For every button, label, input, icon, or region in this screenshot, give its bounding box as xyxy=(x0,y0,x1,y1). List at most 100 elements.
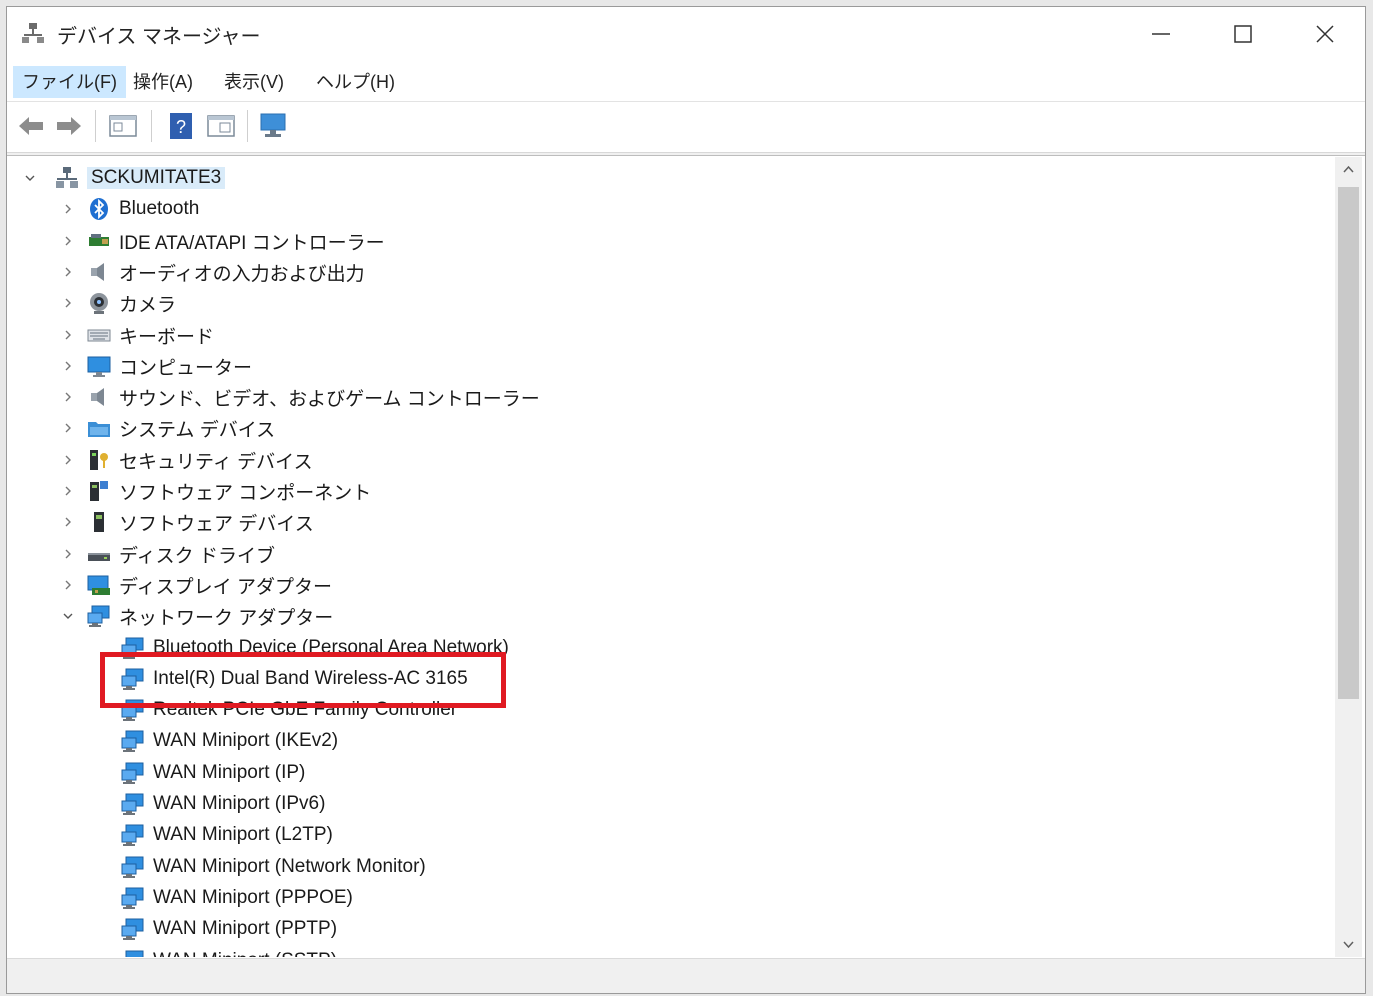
network-device-item[interactable]: Bluetooth Device (Personal Area Network) xyxy=(121,633,509,663)
chevron-right-icon[interactable] xyxy=(61,202,75,216)
tree-category-6[interactable]: サウンド、ビデオ、およびゲーム コントローラー xyxy=(87,382,540,412)
device-manager-icon xyxy=(22,23,44,43)
minimize-button[interactable] xyxy=(1131,13,1191,55)
scroll-up-icon[interactable] xyxy=(1335,157,1362,183)
network-device-item[interactable]: WAN Miniport (IPv6) xyxy=(121,789,325,819)
network-device-item[interactable]: WAN Miniport (PPPOE) xyxy=(121,883,353,913)
chevron-down-icon[interactable] xyxy=(61,609,75,623)
tree-category-3-label: カメラ xyxy=(119,294,177,316)
software-device-icon xyxy=(94,512,104,532)
network-adapter-icon xyxy=(121,668,144,690)
network-adapter-icon xyxy=(121,824,144,846)
tree-category-13-label: ネットワーク アダプター xyxy=(119,607,334,629)
forward-arrow-icon[interactable] xyxy=(53,110,85,142)
device-tree[interactable]: SCKUMITATE3 Bluetooth IDE ATA/ATAPI コントローラ… xyxy=(9,157,1335,957)
window-title: デバイス マネージャー xyxy=(57,26,261,48)
network-device-item-label: WAN Miniport (IKEv2) xyxy=(153,730,339,751)
status-bar xyxy=(7,958,1365,993)
tree-category-4[interactable]: キーボード xyxy=(87,320,214,350)
minimize-icon xyxy=(1152,33,1170,35)
tree-category-2[interactable]: オーディオの入力および出力 xyxy=(87,257,365,287)
network-device-item[interactable]: WAN Miniport (PPTP) xyxy=(121,914,337,944)
chevron-right-icon[interactable] xyxy=(61,421,75,435)
menu-bar: ファイル(F) 操作(A) 表示(V) ヘルプ(H) xyxy=(7,63,1365,102)
maximize-button[interactable] xyxy=(1213,13,1273,55)
chevron-right-icon[interactable] xyxy=(61,547,75,561)
chevron-right-icon[interactable] xyxy=(61,265,75,279)
chevron-right-icon[interactable] xyxy=(61,453,75,467)
tree-category-12-label: ディスプレイ アダプター xyxy=(119,576,332,598)
tree-category-9-label: ソフトウェア コンポーネント xyxy=(119,482,372,504)
tree-category-11[interactable]: ディスク ドライブ xyxy=(87,539,275,569)
menu-view[interactable]: 表示(V) xyxy=(215,66,293,98)
network-device-item[interactable]: WAN Miniport (L2TP) xyxy=(121,820,333,850)
tree-category-1[interactable]: IDE ATA/ATAPI コントローラー xyxy=(87,226,385,256)
tree-category-13[interactable]: ネットワーク アダプター xyxy=(87,601,333,631)
network-adapter-icon xyxy=(121,918,144,940)
menu-action[interactable]: 操作(A) xyxy=(124,66,202,98)
chevron-right-icon[interactable] xyxy=(61,515,75,529)
svg-text:?: ? xyxy=(176,117,186,137)
network-device-item[interactable]: Intel(R) Dual Band Wireless-AC 3165 xyxy=(121,664,468,694)
scroll-down-icon[interactable] xyxy=(1335,931,1362,957)
network-adapter-icon xyxy=(87,605,110,627)
network-device-item-label: WAN Miniport (IP) xyxy=(153,762,306,783)
keyboard-icon xyxy=(87,329,111,342)
network-device-item-label: WAN Miniport (PPPOE) xyxy=(153,887,353,908)
system-folder-icon xyxy=(88,422,110,437)
chevron-right-icon[interactable] xyxy=(61,296,75,310)
menu-file[interactable]: ファイル(F) xyxy=(13,66,126,98)
toolbar: ? xyxy=(7,102,1365,150)
ide-controller-icon xyxy=(89,234,109,246)
network-device-item[interactable]: WAN Miniport (IKEv2) xyxy=(121,726,338,756)
tree-category-3[interactable]: カメラ xyxy=(87,288,176,318)
tree-root-node[interactable]: SCKUMITATE3 xyxy=(55,163,226,193)
tree-category-8[interactable]: セキュリティ デバイス xyxy=(87,445,313,475)
network-adapter-icon xyxy=(121,762,144,784)
network-device-item[interactable]: WAN Miniport (SSTP) xyxy=(121,946,337,957)
toolbar-separator xyxy=(247,110,248,142)
toolbar-separator xyxy=(151,110,152,142)
tree-category-7[interactable]: システム デバイス xyxy=(87,413,275,443)
menu-help[interactable]: ヘルプ(H) xyxy=(307,66,404,98)
chevron-down-icon[interactable] xyxy=(23,171,37,185)
network-device-item[interactable]: WAN Miniport (IP) xyxy=(121,758,305,788)
device-manager-window: デバイス マネージャー ファイル(F) 操作(A) 表示(V) ヘルプ(H) ?… xyxy=(6,6,1366,994)
network-device-item-label: Bluetooth Device (Personal Area Network) xyxy=(153,637,509,658)
chevron-right-icon[interactable] xyxy=(61,390,75,404)
scan-hardware-icon[interactable] xyxy=(257,110,289,142)
chevron-right-icon[interactable] xyxy=(61,234,75,248)
display-adapter-icon xyxy=(87,575,110,595)
tree-category-5-label: コンピューター xyxy=(119,357,253,379)
speaker-icon xyxy=(91,263,104,281)
tree-category-4-label: キーボード xyxy=(119,326,215,348)
network-device-item[interactable]: WAN Miniport (Network Monitor) xyxy=(121,852,426,882)
security-device-icon xyxy=(90,450,108,470)
tree-category-9[interactable]: ソフトウェア コンポーネント xyxy=(87,476,371,506)
chevron-right-icon[interactable] xyxy=(61,578,75,592)
scroll-thumb[interactable] xyxy=(1338,187,1359,699)
network-adapter-icon xyxy=(121,730,144,752)
properties-icon[interactable] xyxy=(107,110,139,142)
network-device-item[interactable]: Realtek PCIe GbE Family Controller xyxy=(121,695,457,725)
tree-category-11-label: ディスク ドライブ xyxy=(119,545,275,567)
console-tree-icon[interactable] xyxy=(205,110,237,142)
help-icon[interactable]: ? xyxy=(165,110,197,142)
close-button[interactable] xyxy=(1295,13,1355,55)
network-adapter-icon xyxy=(121,699,144,721)
tree-category-12[interactable]: ディスプレイ アダプター xyxy=(87,570,332,600)
tree-category-2-label: オーディオの入力および出力 xyxy=(119,263,365,285)
chevron-right-icon[interactable] xyxy=(61,359,75,373)
tree-category-10[interactable]: ソフトウェア デバイス xyxy=(87,507,314,537)
chevron-right-icon[interactable] xyxy=(61,484,75,498)
network-adapter-icon xyxy=(121,856,144,878)
tree-category-0[interactable]: Bluetooth xyxy=(87,194,199,224)
tree-category-5[interactable]: コンピューター xyxy=(87,351,252,381)
title-bar: デバイス マネージャー xyxy=(7,7,1365,61)
vertical-scrollbar[interactable] xyxy=(1335,157,1362,957)
tree-category-8-label: セキュリティ デバイス xyxy=(119,451,313,473)
network-device-item-label: WAN Miniport (IPv6) xyxy=(153,793,326,814)
back-arrow-icon[interactable] xyxy=(15,110,47,142)
network-adapter-icon xyxy=(121,637,144,659)
chevron-right-icon[interactable] xyxy=(61,328,75,342)
